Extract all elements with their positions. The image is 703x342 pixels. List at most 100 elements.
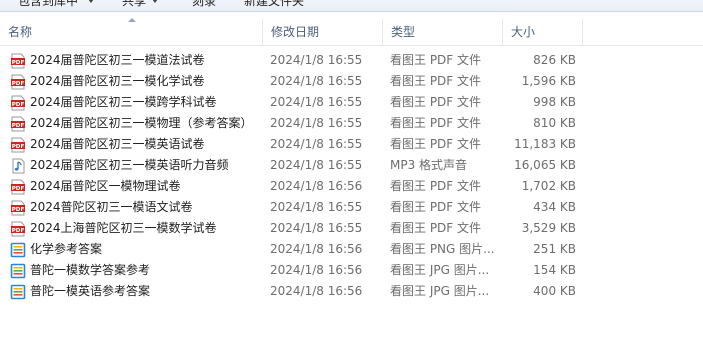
file-row[interactable]: PDF 2024上海普陀区初三一模数学试卷 2024/1/8 16:55 看图王 PD… [0, 218, 703, 239]
file-type: 看图王 PNG 图片... [390, 242, 495, 256]
column-date-label: 修改日期 [271, 25, 320, 39]
file-size: 16,065 KB [514, 158, 576, 172]
pdf-file-icon: PDF [10, 179, 26, 195]
file-modified-date: 2024/1/8 16:55 [270, 116, 363, 130]
file-modified-date: 2024/1/8 16:55 [270, 74, 363, 88]
file-row[interactable]: PDF 2024届普陀区初三一模物理（参考答案） 2024/1/8 16:55 看图王… [0, 113, 703, 134]
svg-text:PDF: PDF [12, 81, 25, 87]
file-row[interactable]: PDF 2024普陀区初三一模语文试卷 2024/1/8 16:55 看图王 PDF … [0, 197, 703, 218]
file-type: 看图王 PDF 文件 [390, 200, 482, 214]
file-name: 2024届普陀区初三一模道法试卷 [30, 53, 205, 67]
file-size: 3,529 KB [521, 221, 576, 235]
svg-text:PDF: PDF [12, 102, 25, 108]
file-name: 2024届普陀区一模物理试卷 [30, 179, 181, 193]
file-name: 化学参考答案 [30, 242, 103, 256]
file-modified-date: 2024/1/8 16:56 [270, 179, 363, 193]
sort-ascending-icon [128, 18, 136, 22]
column-name-label: 名称 [8, 25, 33, 39]
svg-text:PDF: PDF [12, 207, 25, 213]
file-size: 154 KB [533, 263, 576, 277]
command-bar: 包含到库中 共享 刻录 新建文件夹 [0, 0, 703, 12]
file-name: 2024届普陀区初三一模英语听力音频 [30, 158, 229, 172]
include-in-library-label: 包含到库中 [18, 0, 79, 8]
file-name: 2024届普陀区初三一模化学试卷 [30, 74, 205, 88]
file-type: 看图王 PDF 文件 [390, 116, 482, 130]
file-size: 998 KB [533, 95, 576, 109]
column-type-label: 类型 [391, 25, 416, 39]
file-type: 看图王 PDF 文件 [390, 53, 482, 67]
file-size: 826 KB [533, 53, 576, 67]
file-row[interactable]: 化学参考答案 2024/1/8 16:56 看图王 PNG 图片... 251 KB [0, 239, 703, 260]
file-row[interactable]: PDF 2024届普陀区初三一模跨学科试卷 2024/1/8 16:55 看图王 PD… [0, 92, 703, 113]
file-modified-date: 2024/1/8 16:55 [270, 200, 363, 214]
file-modified-date: 2024/1/8 16:56 [270, 284, 363, 298]
include-in-library-button[interactable]: 包含到库中 [16, 0, 80, 11]
pdf-file-icon: PDF [10, 74, 26, 90]
file-size: 400 KB [533, 284, 576, 298]
column-header-date[interactable]: 修改日期 [263, 19, 383, 45]
file-type: 看图王 PDF 文件 [390, 137, 482, 151]
file-name: 普陀一模数学答案参考 [30, 263, 151, 277]
column-size-label: 大小 [511, 25, 536, 39]
file-row[interactable]: PDF 2024届普陀区一模物理试卷 2024/1/8 16:56 看图王 PDF 文… [0, 176, 703, 197]
new-folder-button[interactable]: 新建文件夹 [242, 0, 306, 11]
image-file-icon [10, 242, 26, 258]
chevron-down-icon [152, 0, 158, 3]
svg-text:PDF: PDF [12, 123, 25, 129]
file-size: 810 KB [533, 116, 576, 130]
file-type: MP3 格式声音 [390, 158, 468, 172]
new-folder-label: 新建文件夹 [244, 0, 305, 8]
file-row[interactable]: 普陀一模英语参考答案 2024/1/8 16:56 看图王 JPG 图片... 400… [0, 281, 703, 302]
file-modified-date: 2024/1/8 16:55 [270, 95, 363, 109]
file-name: 2024上海普陀区初三一模数学试卷 [30, 221, 217, 235]
pdf-file-icon: PDF [10, 200, 26, 216]
file-name: 普陀一模英语参考答案 [30, 284, 151, 298]
file-modified-date: 2024/1/8 16:56 [270, 263, 363, 277]
file-size: 251 KB [533, 242, 576, 256]
column-header: 名称 修改日期 类型 大小 [0, 18, 703, 46]
pdf-file-icon: PDF [10, 116, 26, 132]
pdf-file-icon: PDF [10, 137, 26, 153]
file-row[interactable]: 2024届普陀区初三一模英语听力音频 2024/1/8 16:55 MP3 格式声音… [0, 155, 703, 176]
file-modified-date: 2024/1/8 16:55 [270, 221, 363, 235]
share-button[interactable]: 共享 [120, 0, 148, 11]
file-type: 看图王 PDF 文件 [390, 221, 482, 235]
pdf-file-icon: PDF [10, 53, 26, 69]
svg-text:PDF: PDF [12, 144, 25, 150]
file-list: PDF 2024届普陀区初三一模道法试卷 2024/1/8 16:55 看图王 PDF… [0, 50, 703, 302]
pdf-file-icon: PDF [10, 221, 26, 237]
column-header-name[interactable]: 名称 [0, 19, 263, 45]
column-header-size[interactable]: 大小 [503, 19, 583, 45]
file-name: 2024普陀区初三一模语文试卷 [30, 200, 193, 214]
image-file-icon [10, 263, 26, 279]
file-type: 看图王 JPG 图片... [390, 284, 490, 298]
file-modified-date: 2024/1/8 16:56 [270, 242, 363, 256]
file-size: 1,702 KB [521, 179, 576, 193]
audio-file-icon [10, 158, 26, 174]
file-row[interactable]: PDF 2024届普陀区初三一模化学试卷 2024/1/8 16:55 看图王 PDF… [0, 71, 703, 92]
file-size: 11,183 KB [514, 137, 576, 151]
file-name: 2024届普陀区初三一模跨学科试卷 [30, 95, 217, 109]
burn-button[interactable]: 刻录 [190, 0, 218, 11]
chevron-down-icon [88, 0, 94, 3]
svg-text:PDF: PDF [12, 186, 25, 192]
file-type: 看图王 JPG 图片... [390, 263, 490, 277]
file-row[interactable]: PDF 2024届普陀区初三一模道法试卷 2024/1/8 16:55 看图王 PDF… [0, 50, 703, 71]
file-size: 1,596 KB [521, 74, 576, 88]
burn-label: 刻录 [192, 0, 217, 8]
file-row[interactable]: PDF 2024届普陀区初三一模英语试卷 2024/1/8 16:55 看图王 PDF… [0, 134, 703, 155]
file-modified-date: 2024/1/8 16:55 [270, 158, 363, 172]
file-row[interactable]: 普陀一模数学答案参考 2024/1/8 16:56 看图王 JPG 图片... 154… [0, 260, 703, 281]
pdf-file-icon: PDF [10, 95, 26, 111]
file-type: 看图王 PDF 文件 [390, 179, 482, 193]
svg-text:PDF: PDF [12, 60, 25, 66]
file-name: 2024届普陀区初三一模物理（参考答案） [30, 116, 253, 130]
image-file-icon [10, 284, 26, 300]
column-header-type[interactable]: 类型 [383, 19, 503, 45]
file-modified-date: 2024/1/8 16:55 [270, 137, 363, 151]
share-label: 共享 [122, 0, 147, 8]
file-modified-date: 2024/1/8 16:55 [270, 53, 363, 67]
svg-text:PDF: PDF [12, 228, 25, 234]
file-size: 434 KB [533, 200, 576, 214]
file-name: 2024届普陀区初三一模英语试卷 [30, 137, 205, 151]
